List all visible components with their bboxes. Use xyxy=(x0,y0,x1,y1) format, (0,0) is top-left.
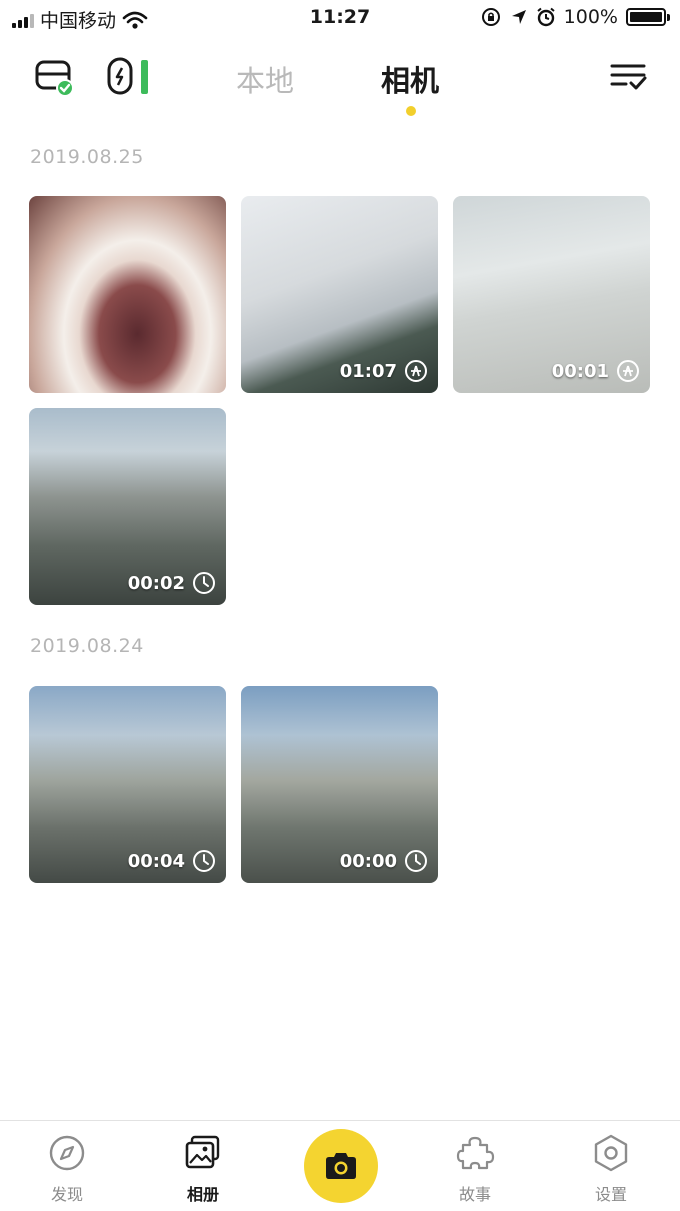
hexagon-settings-icon xyxy=(594,1134,628,1172)
media-thumbnail[interactable]: 00:02 xyxy=(29,408,226,605)
sd-card-connected-icon[interactable] xyxy=(34,58,76,98)
top-nav: 本地 相机 xyxy=(0,48,680,118)
filter-list-icon[interactable] xyxy=(610,62,648,92)
media-thumbnail[interactable]: 00:00 xyxy=(241,686,438,883)
media-overlay: 00:00 xyxy=(340,849,428,873)
timelapse-icon xyxy=(405,360,427,382)
media-thumbnail[interactable]: 00:01 xyxy=(453,196,650,393)
date-header: 2019.08.24 xyxy=(30,635,144,657)
status-bar: 中国移动 11:27 100% xyxy=(0,0,680,40)
rotation-lock-icon xyxy=(481,8,500,26)
tab-label: 故事 xyxy=(458,1185,491,1204)
video-duration: 00:02 xyxy=(127,572,185,594)
media-thumbnail[interactable]: 01:07 xyxy=(241,196,438,393)
battery-percent: 100% xyxy=(563,6,618,28)
timelapse-icon xyxy=(617,360,639,382)
bottom-tab-bar: 发现 相册 故事 设置 xyxy=(0,1120,680,1211)
camera-button[interactable] xyxy=(304,1129,378,1203)
tab-camera[interactable]: 相机 xyxy=(381,58,439,100)
camera-battery-icon[interactable] xyxy=(106,56,152,98)
tab-label: 发现 xyxy=(50,1185,83,1204)
media-thumbnail[interactable]: 00:04 xyxy=(29,686,226,883)
media-overlay: 00:02 xyxy=(128,571,216,595)
tab-local[interactable]: 本地 xyxy=(236,58,294,100)
tab-discover[interactable]: 发现 xyxy=(22,1133,112,1205)
compass-icon xyxy=(49,1135,85,1171)
media-overlay: 00:01 xyxy=(552,359,640,383)
clock-icon xyxy=(405,850,427,872)
media-overlay: 00:04 xyxy=(128,849,216,873)
puzzle-icon xyxy=(456,1136,495,1170)
tab-label: 设置 xyxy=(594,1185,627,1204)
album-icon xyxy=(185,1135,220,1169)
video-duration: 01:07 xyxy=(339,360,397,382)
tab-story[interactable]: 故事 xyxy=(430,1133,520,1205)
clock-icon xyxy=(193,572,215,594)
video-duration: 00:00 xyxy=(339,850,397,872)
video-duration: 00:01 xyxy=(551,360,609,382)
video-duration: 00:04 xyxy=(127,850,185,872)
active-tab-indicator xyxy=(406,106,416,116)
tab-label: 相册 xyxy=(186,1185,219,1204)
alarm-icon xyxy=(537,7,555,27)
media-thumbnail[interactable] xyxy=(29,196,226,393)
media-overlay: 01:07 xyxy=(340,359,428,383)
battery-icon xyxy=(626,8,670,26)
tab-settings[interactable]: 设置 xyxy=(566,1133,656,1205)
date-header: 2019.08.25 xyxy=(30,146,144,168)
tab-album[interactable]: 相册 xyxy=(158,1133,248,1205)
location-arrow-icon xyxy=(511,10,526,24)
camera-icon xyxy=(326,1153,356,1179)
clock-icon xyxy=(193,850,215,872)
